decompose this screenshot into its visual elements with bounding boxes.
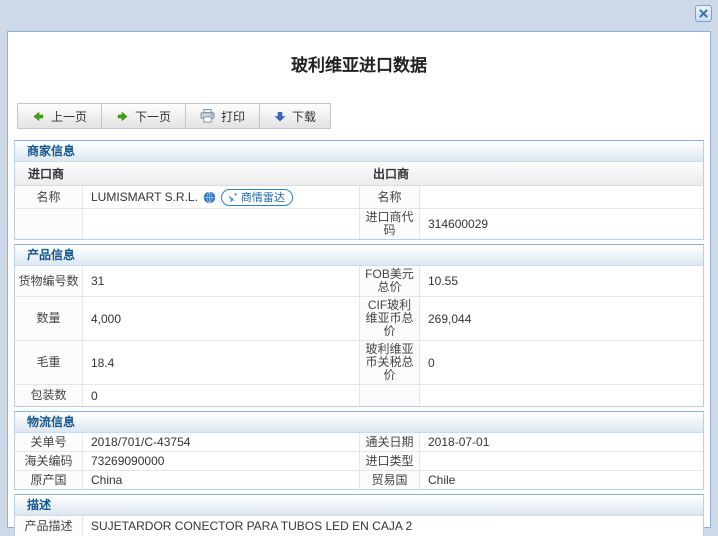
empty-value <box>83 209 360 239</box>
detail-content: 商家信息 进口商 出口商 名称 LUMISMART S.R.L. 商情雷达 名称… <box>14 140 704 536</box>
table-row: 进口商代码 314600029 <box>15 209 703 239</box>
import-type-label: 进口类型 <box>360 452 420 470</box>
hs-code-label: 海关编码 <box>15 452 83 470</box>
clearance-date-value: 2018-07-01 <box>428 435 490 449</box>
table-row: 原产国 China 贸易国 Chile <box>15 471 703 489</box>
table-row: 海关编码 73269090000 进口类型 <box>15 452 703 471</box>
importer-code-label: 进口商代码 <box>360 209 420 239</box>
importer-name-value: LUMISMART S.R.L. <box>91 190 198 204</box>
product-section-header: 产品信息 <box>15 245 703 266</box>
printer-icon <box>200 109 215 123</box>
origin-country-value: China <box>83 471 360 489</box>
customs-doc-value: 2018/701/C-43754 <box>83 433 360 451</box>
exporter-name-value <box>420 186 703 208</box>
fob-usd-label: FOB美元总价 <box>360 266 420 296</box>
dialog-frame: 玻利维亚进口数据 上一页 下一页 打印 下载 商家信息 进口商 出口商 名称 L… <box>0 0 718 536</box>
empty-label <box>360 385 420 406</box>
product-description-label: 产品描述 <box>15 516 83 536</box>
detail-panel: 玻利维亚进口数据 上一页 下一页 打印 下载 商家信息 进口商 出口商 名称 L… <box>7 31 711 536</box>
gross-weight-value: 18.4 <box>83 341 360 384</box>
empty-value <box>420 385 703 406</box>
close-button[interactable] <box>695 5 712 22</box>
importer-name-label: 名称 <box>15 186 83 208</box>
cif-total-label: CIF玻利维亚币总价 <box>360 297 420 340</box>
trade-country-value: Chile <box>428 473 456 487</box>
trade-country-label: 贸易国 <box>360 471 420 489</box>
section-product: 产品信息 货物编号数 31 FOB美元总价 10.55 数量 4,000 CIF… <box>14 244 704 407</box>
cargo-count-value: 31 <box>83 266 360 296</box>
exporter-name-label: 名称 <box>360 186 420 208</box>
clearance-date-label: 通关日期 <box>360 433 420 451</box>
print-label: 打印 <box>221 109 246 124</box>
prev-page-button[interactable]: 上一页 <box>17 103 103 129</box>
table-row: 关单号 2018/701/C-43754 通关日期 2018-07-01 <box>15 433 703 452</box>
table-row: 名称 LUMISMART S.R.L. 商情雷达 名称 <box>15 186 703 209</box>
page-title: 玻利维亚进口数据 <box>291 56 427 75</box>
empty-label <box>15 209 83 239</box>
description-section-header: 描述 <box>15 495 703 516</box>
section-merchant: 商家信息 进口商 出口商 名称 LUMISMART S.R.L. 商情雷达 名称… <box>14 140 704 240</box>
fob-usd-value: 10.55 <box>428 274 459 288</box>
cargo-count-label: 货物编号数 <box>15 266 83 296</box>
arrow-right-icon <box>116 110 129 123</box>
table-row: 毛重 18.4 玻利维亚币关税总价 0 <box>15 341 703 385</box>
cif-total-value: 269,044 <box>428 311 472 326</box>
section-logistics: 物流信息 关单号 2018/701/C-43754 通关日期 2018-07-0… <box>14 411 704 490</box>
importer-subheader: 进口商 <box>28 167 65 181</box>
tariff-total-label: 玻利维亚币关税总价 <box>360 341 420 384</box>
logistics-section-header: 物流信息 <box>15 412 703 433</box>
arrow-down-icon <box>274 110 286 123</box>
prev-page-label: 上一页 <box>51 109 88 124</box>
origin-country-label: 原产国 <box>15 471 83 489</box>
print-button[interactable]: 打印 <box>185 103 261 129</box>
package-count-value: 0 <box>83 385 360 406</box>
table-row: 数量 4,000 CIF玻利维亚币总价 269,044 <box>15 297 703 341</box>
gross-weight-label: 毛重 <box>15 341 83 384</box>
next-page-label: 下一页 <box>135 109 172 124</box>
table-row: 包装数 0 <box>15 385 703 406</box>
merchant-section-header: 商家信息 <box>15 141 703 162</box>
customs-doc-label: 关单号 <box>15 433 83 451</box>
product-description-value: SUJETARDOR CONECTOR PARA TUBOS LED EN CA… <box>91 519 413 533</box>
next-page-button[interactable]: 下一页 <box>101 103 187 129</box>
business-radar-badge[interactable]: 商情雷达 <box>220 188 293 206</box>
toolbar: 上一页 下一页 打印 下载 <box>17 103 704 129</box>
radar-badge-label: 商情雷达 <box>240 192 285 204</box>
download-label: 下载 <box>292 109 317 124</box>
merchant-subheader-row: 进口商 出口商 <box>15 162 703 186</box>
table-row: 产品描述 SUJETARDOR CONECTOR PARA TUBOS LED … <box>15 516 703 536</box>
exporter-subheader: 出口商 <box>373 167 410 181</box>
merchant-table: 名称 LUMISMART S.R.L. 商情雷达 名称 进口商代码 314600… <box>15 186 703 239</box>
quantity-label: 数量 <box>15 297 83 340</box>
package-count-label: 包装数 <box>15 385 83 406</box>
section-description: 描述 产品描述 SUJETARDOR CONECTOR PARA TUBOS L… <box>14 494 704 536</box>
arrow-left-icon <box>32 110 45 123</box>
import-type-value <box>420 452 703 470</box>
importer-name-cell: LUMISMART S.R.L. 商情雷达 <box>83 186 360 208</box>
radar-icon <box>227 192 238 203</box>
globe-icon[interactable] <box>203 191 216 204</box>
logistics-table: 关单号 2018/701/C-43754 通关日期 2018-07-01 海关编… <box>15 433 703 489</box>
hs-code-value: 73269090000 <box>83 452 360 470</box>
download-button[interactable]: 下载 <box>259 103 332 129</box>
table-row: 货物编号数 31 FOB美元总价 10.55 <box>15 266 703 297</box>
importer-code-value: 314600029 <box>428 217 489 231</box>
tariff-total-value: 0 <box>428 355 435 370</box>
close-icon <box>699 9 708 18</box>
product-table: 货物编号数 31 FOB美元总价 10.55 数量 4,000 CIF玻利维亚币… <box>15 266 703 406</box>
quantity-value: 4,000 <box>83 297 360 340</box>
